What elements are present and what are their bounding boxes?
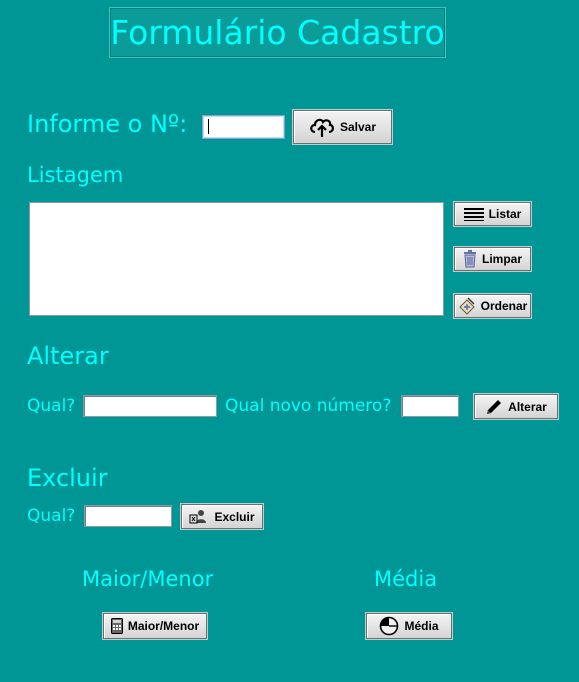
new-number-input[interactable]: [401, 395, 459, 417]
average-button[interactable]: Média: [366, 613, 452, 639]
calculator-icon: [110, 618, 123, 634]
text-caret: [208, 119, 209, 134]
sort-button[interactable]: Ordenar: [454, 294, 531, 318]
save-button[interactable]: Salvar: [293, 110, 392, 144]
cloud-upload-icon: [309, 116, 335, 138]
sort-button-label: Ordenar: [480, 299, 528, 313]
number-entry-label: Informe o Nº:: [27, 110, 188, 138]
delete-user-icon: [189, 508, 209, 526]
page-title: Formulário Cadastro: [110, 13, 445, 52]
max-min-button-label: Maior/Menor: [127, 619, 200, 633]
pencil-icon: [485, 398, 503, 416]
listing-label: Listagem: [27, 163, 124, 187]
edit-section-title: Alterar: [27, 342, 109, 370]
number-list[interactable]: [29, 202, 444, 316]
new-number-label: Qual novo número?: [225, 396, 392, 416]
clear-button[interactable]: Limpar: [454, 247, 531, 271]
edit-which-input[interactable]: [83, 395, 217, 417]
delete-section-title: Excluir: [27, 464, 108, 492]
average-button-label: Média: [404, 619, 439, 633]
delete-button-label: Excluir: [214, 509, 255, 524]
average-title: Média: [374, 567, 438, 591]
list-button[interactable]: Listar: [454, 202, 531, 226]
max-min-button[interactable]: Maior/Menor: [103, 613, 207, 639]
delete-button[interactable]: Excluir: [181, 504, 263, 529]
trash-icon: [463, 250, 477, 268]
edit-button[interactable]: Alterar: [474, 394, 558, 419]
pie-chart-icon: [379, 616, 399, 636]
list-button-label: Listar: [488, 207, 522, 221]
number-input[interactable]: [202, 115, 285, 139]
clear-button-label: Limpar: [481, 252, 522, 266]
list-lines-icon: [463, 207, 484, 221]
delete-which-label: Qual?: [27, 506, 76, 526]
delete-which-input[interactable]: [84, 505, 172, 527]
edit-which-label: Qual?: [27, 396, 76, 416]
sort-tag-icon: [458, 297, 476, 315]
edit-button-label: Alterar: [508, 399, 547, 414]
save-button-label: Salvar: [339, 120, 377, 134]
title-panel: Formulário Cadastro: [109, 7, 446, 58]
max-min-title: Maior/Menor: [82, 567, 214, 591]
